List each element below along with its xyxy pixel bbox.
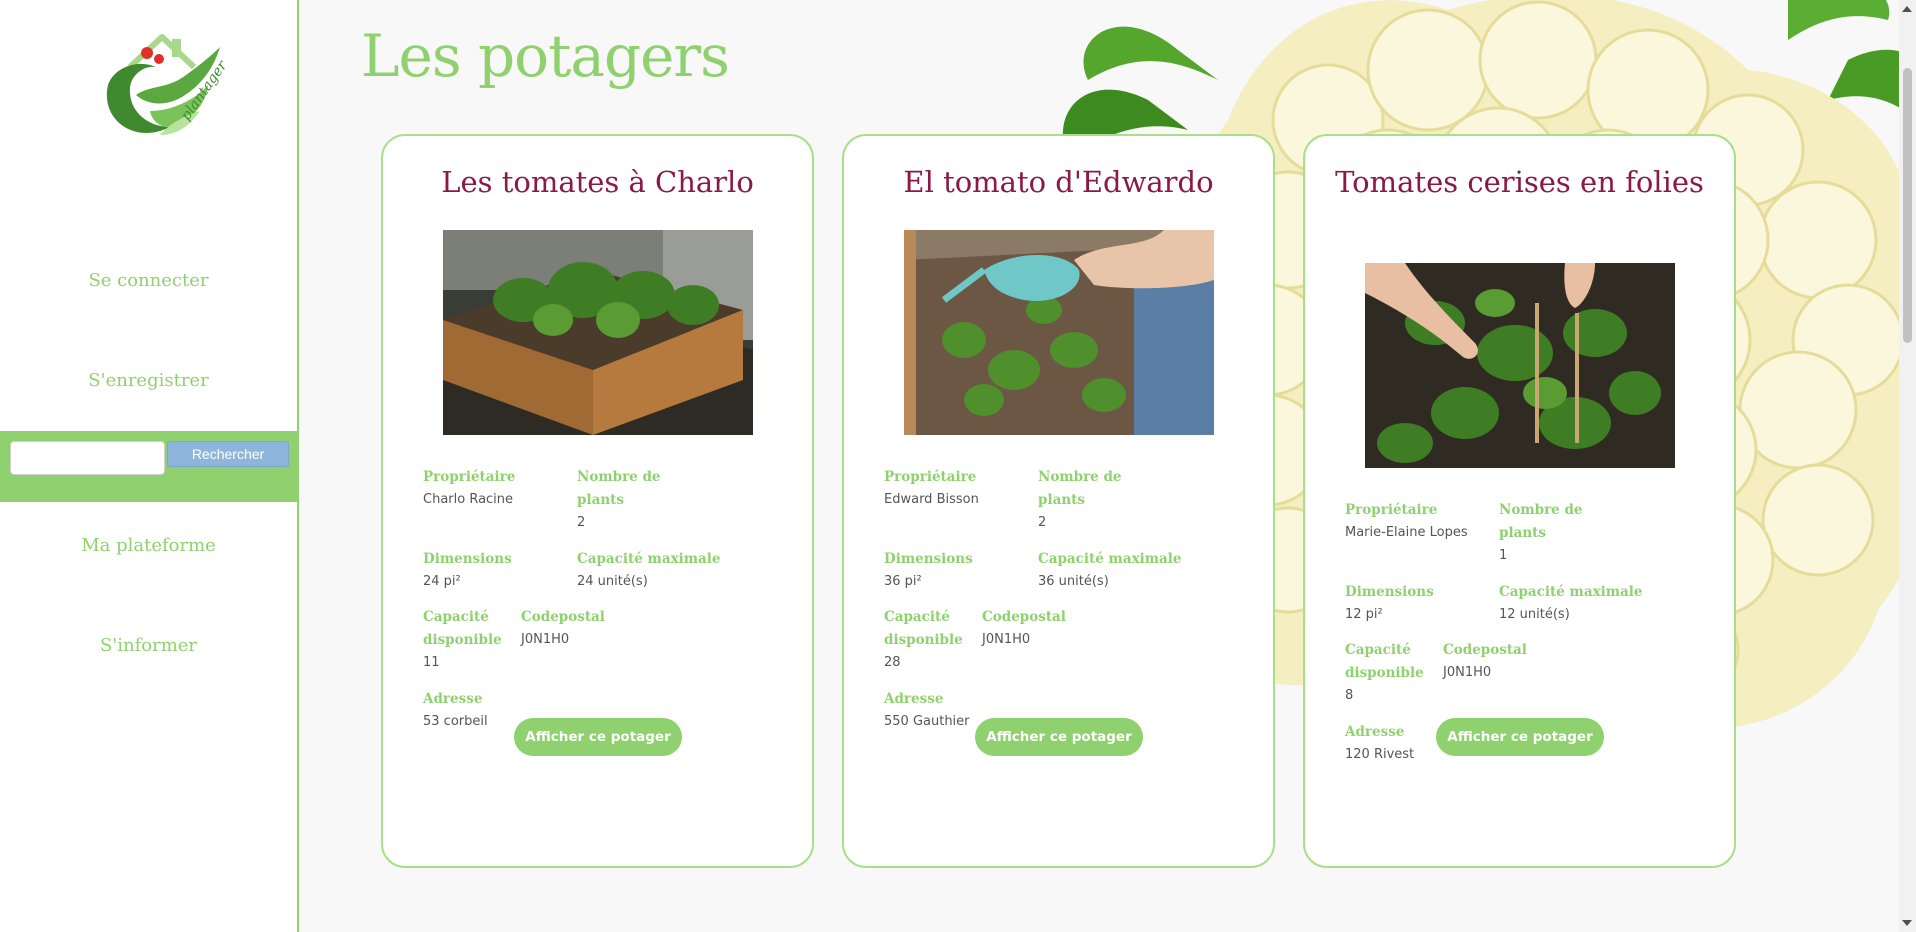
plants-value: 1 (1499, 548, 1508, 563)
owner-label: Propriétaire (423, 469, 516, 485)
address-label: Adresse (1345, 724, 1405, 740)
show-garden-button[interactable]: Afficher ce potager (1436, 718, 1604, 756)
plants-label: Nombre de plants (577, 469, 661, 508)
address-value: 53 corbeil (423, 714, 488, 729)
dimensions-value: 12 pi² (1345, 607, 1383, 622)
available-capacity-value: 11 (423, 655, 440, 670)
max-capacity-label: Capacité maximale (1499, 584, 1643, 600)
postal-code-value: J0N1H0 (1443, 665, 1492, 680)
postal-code-value: J0N1H0 (982, 632, 1031, 647)
postal-code-label: Codepostal (982, 609, 1066, 625)
nav-login[interactable]: Se connecter (0, 270, 297, 291)
garden-title: Tomates cerises en folies (1335, 165, 1704, 199)
sidebar: plantager Se connecter S'enregistrer Rec… (0, 0, 299, 932)
plantager-logo[interactable]: plantager (90, 15, 231, 145)
address-value: 550 Gauthier (884, 714, 970, 729)
scroll-up-icon[interactable] (1902, 6, 1912, 12)
max-capacity-label: Capacité maximale (577, 551, 721, 567)
nav-inform[interactable]: S'informer (0, 635, 297, 656)
dimensions-value: 36 pi² (884, 574, 922, 589)
garden-photo (1365, 263, 1675, 468)
plants-label: Nombre de plants (1499, 502, 1583, 541)
garden-card: Les tomates à Charlo Propriétaire Charlo… (381, 134, 814, 868)
search-input[interactable] (10, 441, 165, 475)
scrollbar-thumb[interactable] (1903, 68, 1912, 343)
available-capacity-value: 28 (884, 655, 901, 670)
owner-value: Edward Bisson (884, 492, 979, 507)
show-garden-button[interactable]: Afficher ce potager (514, 718, 682, 756)
available-capacity-label: Capacité disponible (884, 609, 963, 648)
page-title: Les potagers (361, 22, 730, 90)
plants-value: 2 (1038, 515, 1047, 530)
address-label: Adresse (884, 691, 944, 707)
dimensions-label: Dimensions (1345, 584, 1434, 600)
scroll-down-icon[interactable] (1902, 920, 1912, 926)
address-label: Adresse (423, 691, 483, 707)
postal-code-label: Codepostal (521, 609, 605, 625)
owner-label: Propriétaire (1345, 502, 1438, 518)
dimensions-label: Dimensions (423, 551, 512, 567)
garden-title: El tomato d'Edwardo (903, 165, 1214, 199)
garden-title: Les tomates à Charlo (441, 165, 754, 199)
nav-platform[interactable]: Ma plateforme (0, 535, 297, 556)
garden-card: El tomato d'Edwardo Propriétaire Edward … (842, 134, 1275, 868)
address-value: 120 Rivest (1345, 747, 1415, 762)
main-content: Les potagers Les tomates à Charlo Propri… (301, 0, 1916, 932)
show-garden-button[interactable]: Afficher ce potager (975, 718, 1143, 756)
postal-code-label: Codepostal (1443, 642, 1527, 658)
plants-label: Nombre de plants (1038, 469, 1122, 508)
garden-card: Tomates cerises en folies Propriétaire M… (1303, 134, 1736, 868)
search-button[interactable]: Rechercher (167, 441, 289, 467)
garden-photo (443, 230, 753, 435)
owner-label: Propriétaire (884, 469, 977, 485)
dimensions-label: Dimensions (884, 551, 973, 567)
owner-value: Marie-Elaine Lopes (1345, 525, 1468, 540)
dimensions-value: 24 pi² (423, 574, 461, 589)
owner-value: Charlo Racine (423, 492, 514, 507)
available-capacity-value: 8 (1345, 688, 1354, 703)
vertical-scrollbar[interactable] (1899, 0, 1916, 932)
max-capacity-label: Capacité maximale (1038, 551, 1182, 567)
search-bar: Rechercher (0, 431, 297, 502)
max-capacity-value: 36 unité(s) (1038, 574, 1109, 589)
max-capacity-value: 12 unité(s) (1499, 607, 1570, 622)
nav-register[interactable]: S'enregistrer (0, 370, 297, 391)
max-capacity-value: 24 unité(s) (577, 574, 648, 589)
garden-photo (904, 230, 1214, 435)
plants-value: 2 (577, 515, 586, 530)
available-capacity-label: Capacité disponible (1345, 642, 1424, 681)
postal-code-value: J0N1H0 (521, 632, 570, 647)
available-capacity-label: Capacité disponible (423, 609, 502, 648)
